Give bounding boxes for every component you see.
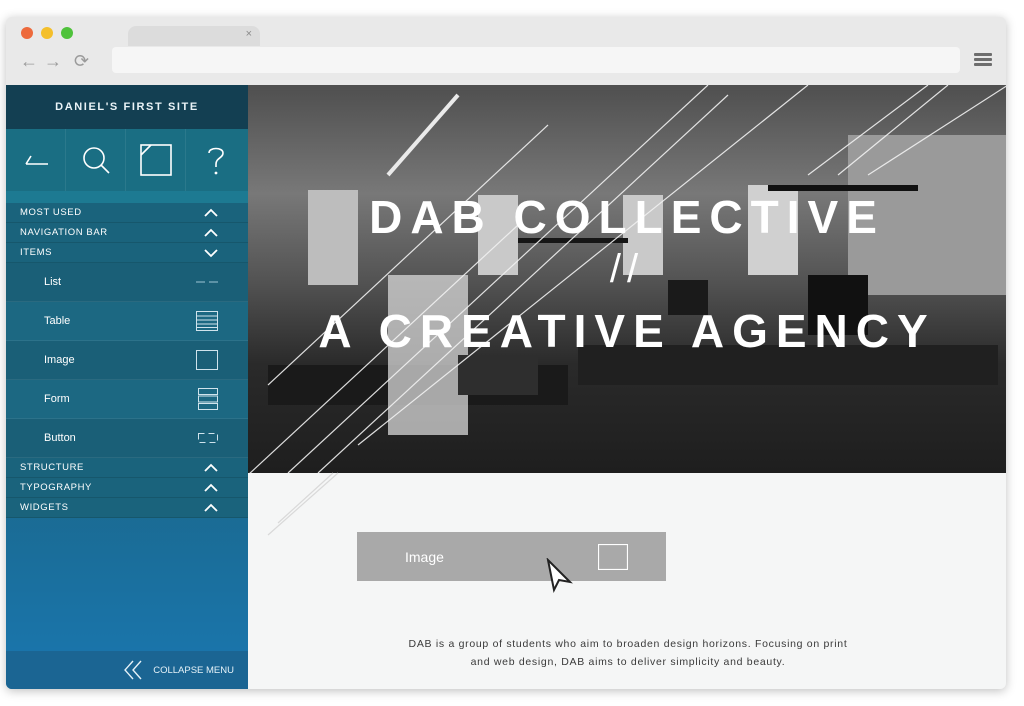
toolbar-separator bbox=[6, 191, 248, 203]
search-tool-button[interactable] bbox=[66, 129, 126, 191]
site-title: DANIEL'S FIRST SITE bbox=[6, 85, 248, 129]
hero-subtitle: A CREATIVE AGENCY bbox=[318, 305, 936, 357]
sidebar-item-form[interactable]: Form bbox=[6, 380, 248, 419]
hero-image[interactable]: DAB COLLECTIVE // A CREATIVE AGENCY bbox=[248, 85, 1006, 473]
section-typography[interactable]: TYPOGRAPHY bbox=[6, 478, 248, 498]
table-icon bbox=[196, 311, 218, 331]
form-icon bbox=[198, 388, 218, 410]
forward-button[interactable]: → bbox=[44, 51, 62, 71]
list-icon bbox=[196, 281, 218, 283]
close-window-button[interactable] bbox=[21, 27, 33, 39]
about-text: DAB is a group of students who aim to br… bbox=[378, 635, 878, 671]
back-arrow-icon bbox=[24, 155, 48, 165]
help-tool-button[interactable] bbox=[186, 129, 246, 191]
help-icon bbox=[208, 147, 224, 175]
tab-close-icon[interactable]: × bbox=[246, 28, 252, 40]
page-icon bbox=[139, 144, 172, 176]
reload-button[interactable]: ⟳ bbox=[74, 51, 89, 71]
section-most-used[interactable]: MOST USED bbox=[6, 203, 248, 223]
address-bar[interactable] bbox=[112, 47, 960, 73]
sidebar-item-image[interactable]: Image bbox=[6, 341, 248, 380]
sidebar-item-list[interactable]: List bbox=[6, 263, 248, 302]
hero-title: DAB COLLECTIVE bbox=[369, 191, 885, 243]
image-icon bbox=[598, 543, 628, 570]
image-widget-label: Image bbox=[405, 548, 444, 565]
section-label: MOST USED bbox=[20, 207, 82, 218]
chevron-up-icon bbox=[204, 503, 218, 512]
back-button[interactable]: ← bbox=[20, 51, 38, 71]
section-label: STRUCTURE bbox=[20, 462, 84, 473]
section-structure[interactable]: STRUCTURE bbox=[6, 458, 248, 478]
button-icon bbox=[198, 433, 218, 443]
about-line-1: DAB is a group of students who aim to br… bbox=[408, 638, 848, 650]
section-widgets[interactable]: WIDGETS bbox=[6, 498, 248, 518]
collapse-menu-label: COLLAPSE MENU bbox=[153, 664, 234, 676]
browser-menu-icon[interactable] bbox=[974, 53, 992, 67]
chevron-up-icon bbox=[204, 208, 218, 217]
sidebar-item-label: Table bbox=[44, 315, 71, 327]
browser-toolbar: × ← → ⟳ bbox=[6, 17, 1006, 85]
sidebar-item-label: Form bbox=[44, 393, 70, 405]
chevron-up-icon bbox=[204, 463, 218, 472]
page-tool-button[interactable] bbox=[126, 129, 186, 191]
section-navigation-bar[interactable]: NAVIGATION BAR bbox=[6, 223, 248, 243]
sidebar-item-label: List bbox=[44, 276, 62, 288]
chevron-up-icon bbox=[204, 228, 218, 237]
mouse-cursor-icon bbox=[546, 558, 573, 594]
editor-sidebar: DANIEL'S FIRST SITE MOST USED NAVIGATION… bbox=[6, 85, 248, 689]
maximize-window-button[interactable] bbox=[61, 27, 73, 39]
chevron-down-icon bbox=[204, 248, 218, 257]
browser-tab[interactable]: × bbox=[128, 26, 260, 46]
sidebar-toolbar bbox=[6, 129, 248, 191]
sidebar-item-button[interactable]: Button bbox=[6, 419, 248, 458]
chevron-up-icon bbox=[204, 483, 218, 492]
page-canvas: DAB COLLECTIVE // A CREATIVE AGENCY Imag… bbox=[248, 85, 1006, 689]
search-icon bbox=[82, 147, 110, 174]
section-label: WIDGETS bbox=[20, 502, 69, 513]
sidebar-item-table[interactable]: Table bbox=[6, 302, 248, 341]
sidebar-item-label: Button bbox=[44, 432, 76, 444]
double-chevron-left-icon bbox=[124, 660, 142, 680]
image-widget-dragging[interactable]: Image bbox=[357, 532, 666, 581]
section-items[interactable]: ITEMS bbox=[6, 243, 248, 263]
about-line-2: and web design, DAB aims to deliver simp… bbox=[470, 656, 786, 668]
back-tool-button[interactable] bbox=[6, 129, 66, 191]
section-label: TYPOGRAPHY bbox=[20, 482, 92, 493]
collapse-menu-button[interactable]: COLLAPSE MENU bbox=[6, 651, 248, 689]
image-icon bbox=[196, 350, 218, 370]
minimize-window-button[interactable] bbox=[41, 27, 53, 39]
section-label: ITEMS bbox=[20, 247, 53, 258]
browser-window: × ← → ⟳ DANIEL'S FIRST SITE MOST USED NA… bbox=[6, 17, 1006, 689]
sidebar-item-label: Image bbox=[44, 354, 75, 366]
section-label: NAVIGATION BAR bbox=[20, 227, 108, 238]
hero-separator: // bbox=[609, 247, 645, 291]
